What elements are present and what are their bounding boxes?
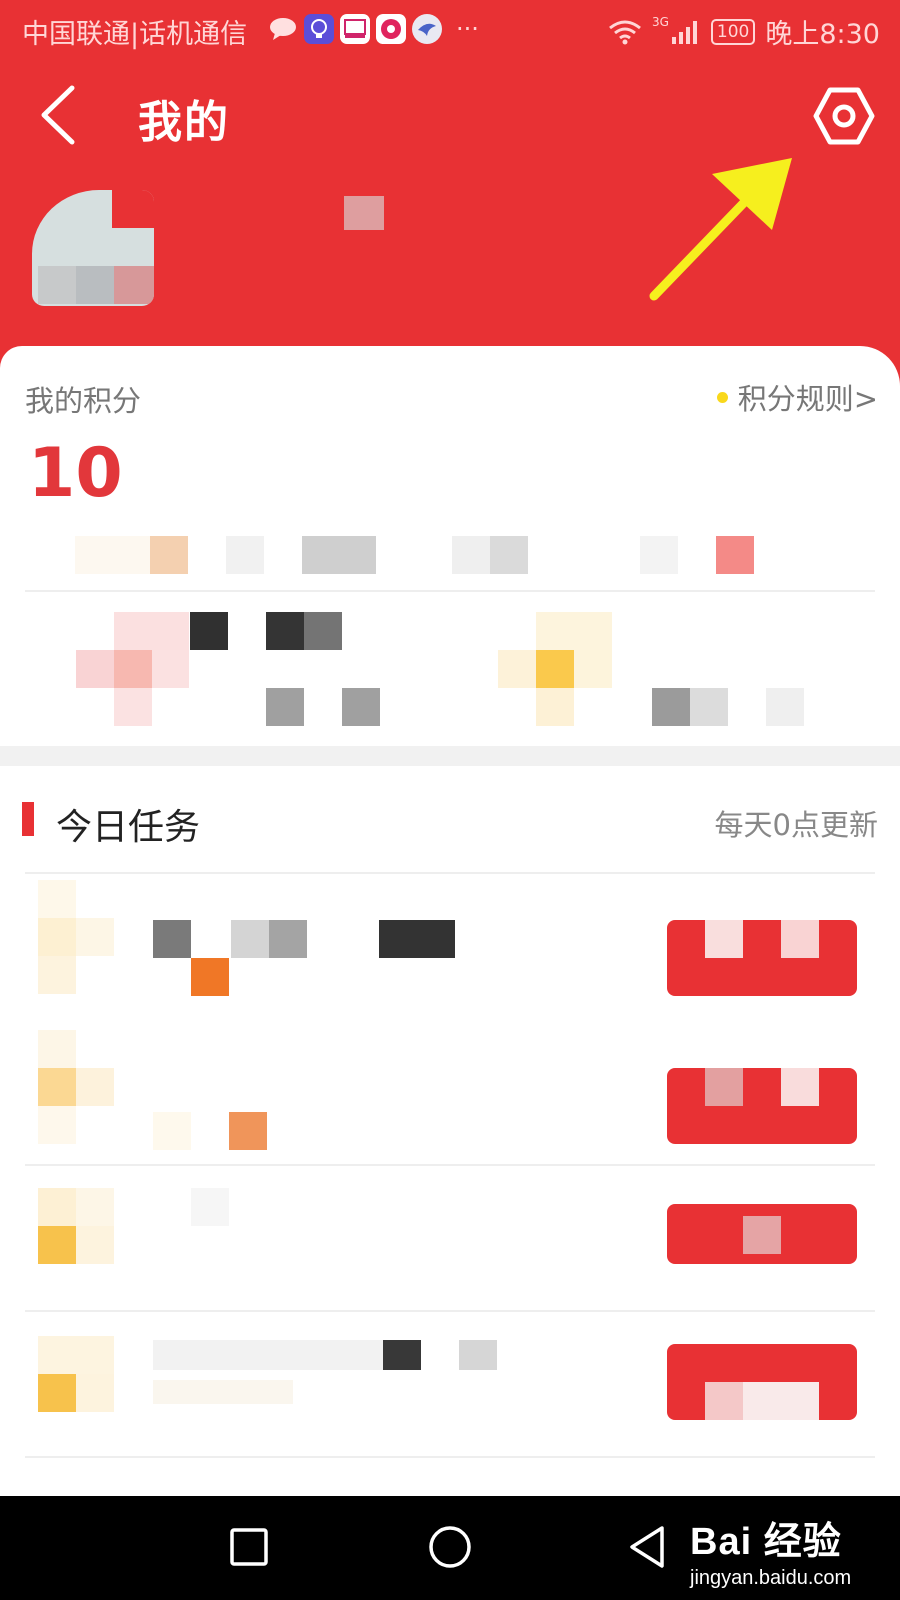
card-divider (25, 590, 875, 592)
baidu-jingyan-watermark: Bai 经验 jingyan.baidu.com (690, 1510, 851, 1590)
task-action-button[interactable] (667, 1204, 857, 1264)
task-action-button[interactable] (667, 1344, 857, 1420)
status-indicators: 3G 100 晚上8:30 (608, 12, 880, 51)
page-title: 我的 (138, 97, 230, 148)
settings-button[interactable] (812, 84, 876, 148)
card-icon (340, 14, 370, 44)
points-label: 我的积分 (25, 384, 142, 418)
status-bar: 中国联通|话机通信 ··· 3G 100 晚上8:30 (0, 0, 900, 62)
system-nav-bar: Bai 经验 jingyan.baidu.com (0, 1496, 900, 1600)
tasks-divider (25, 872, 875, 874)
hexagon-gear-icon (813, 87, 875, 145)
circle-home-icon (429, 1526, 471, 1568)
bird-icon (412, 14, 442, 44)
section-gap (0, 746, 900, 766)
bulb-icon (304, 14, 334, 44)
task-divider (25, 1310, 875, 1312)
notification-icons: ··· (268, 14, 479, 44)
chevron-left-icon (41, 85, 75, 145)
triangle-back-icon (630, 1526, 664, 1568)
back-nav-button[interactable] (620, 1518, 680, 1578)
task-action-button[interactable] (667, 920, 857, 996)
music-icon (376, 14, 406, 44)
wifi-icon (609, 20, 641, 44)
carrier-name: 中国联通|话机通信 (22, 19, 248, 50)
rules-dot-icon (716, 391, 728, 403)
task-row (25, 1318, 875, 1448)
recent-apps-button[interactable] (218, 1518, 278, 1578)
section-marker (22, 802, 34, 836)
square-recent-icon (230, 1528, 268, 1566)
watermark-domain: jingyan.baidu.com (690, 1567, 852, 1589)
task-divider (25, 1164, 875, 1166)
back-button[interactable] (36, 82, 84, 148)
task-row (25, 1170, 875, 1300)
network-type: 3G (651, 14, 669, 29)
battery-indicator: 100 (710, 18, 756, 45)
task-row (25, 880, 875, 1010)
more-notifications-icon: ··· (456, 15, 479, 43)
points-rules-label: 积分规则> (737, 382, 878, 416)
task-divider (25, 1456, 875, 1458)
watermark-logo: Bai 经验 (690, 1521, 842, 1563)
task-action-button[interactable] (667, 1068, 857, 1144)
message-icon (268, 14, 298, 44)
points-rules-link[interactable]: 积分规则> (716, 376, 878, 418)
points-value: 10 (28, 434, 123, 513)
annotation-arrow-icon (649, 158, 792, 301)
clock: 晚上8:30 (765, 19, 880, 50)
tasks-title: 今日任务 (56, 807, 201, 848)
home-button[interactable] (420, 1518, 480, 1578)
username (344, 196, 384, 230)
task-row (25, 1020, 875, 1150)
avatar[interactable] (32, 190, 154, 306)
tasks-update-note: 每天0点更新 (714, 808, 878, 842)
signal-icon (671, 20, 697, 44)
